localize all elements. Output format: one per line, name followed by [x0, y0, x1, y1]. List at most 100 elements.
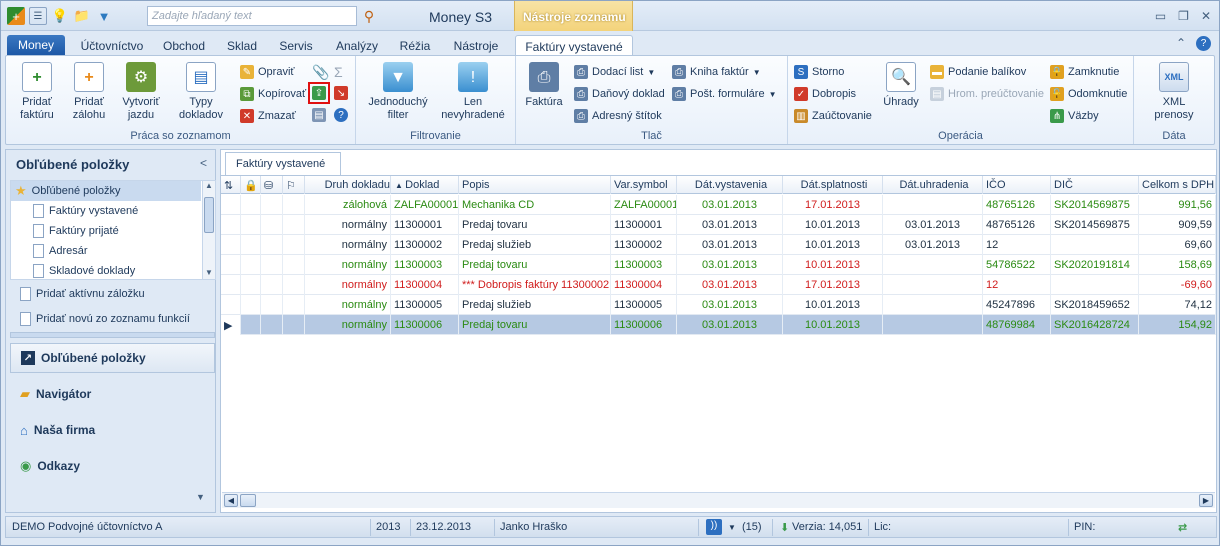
tab-servis[interactable]: Servis	[273, 35, 319, 56]
links-button[interactable]: ⋔ Väzby	[1050, 109, 1099, 123]
pdf-button[interactable]: ↘	[334, 86, 348, 100]
lock-button[interactable]: 🔒 Zamknutie	[1050, 65, 1119, 79]
sync-icon[interactable]: ⇄	[1178, 521, 1187, 534]
minimize-icon[interactable]: ▭	[1155, 9, 1166, 23]
unpaid-only-button[interactable]: ! Len nevyhradené	[438, 62, 508, 122]
collapse-ribbon-icon[interactable]: ⌃	[1176, 36, 1186, 51]
tree-item-stock-documents[interactable]: Skladové doklady	[33, 261, 135, 281]
tab-money[interactable]: Money	[7, 35, 65, 56]
postal-forms-button[interactable]: ⎙ Pošt. formuláre ▼	[672, 87, 777, 101]
parcel-submit-button[interactable]: ▬ Podanie balíkov	[930, 65, 1026, 79]
table-row[interactable]: normálny 11300003 Predaj tovaru 11300003…	[221, 255, 1216, 275]
tab-analyzy[interactable]: Analýzy	[329, 35, 385, 56]
tab-nastroje[interactable]: Nástroje	[447, 35, 505, 56]
nav-links[interactable]: ◉ Odkazy	[10, 451, 215, 481]
posting-button[interactable]: ▥ Zaúčtovanie	[794, 109, 872, 123]
document-types-button[interactable]: ▤ Typy dokladov	[176, 62, 226, 122]
address-label-button[interactable]: ⎙ Adresný štítok	[574, 109, 662, 123]
grid-tab[interactable]: Faktúry vystavené	[225, 152, 341, 176]
chevron-down-icon[interactable]: ▼	[196, 492, 205, 502]
tax-document-button[interactable]: ⎙ Daňový doklad	[574, 87, 665, 101]
tree-scrollbar[interactable]: ▲ ▼	[202, 181, 215, 279]
tab-obchod[interactable]: Obchod	[157, 35, 211, 56]
flag-column-icon[interactable]: ⚐	[283, 176, 305, 194]
nav-our-company[interactable]: ⌂ Naša firma	[10, 415, 215, 445]
add-invoice-button[interactable]: + Pridať faktúru	[12, 62, 62, 122]
copy-button[interactable]: ⧉ Kopírovať	[240, 87, 306, 101]
download-icon[interactable]: ⬇	[780, 521, 789, 534]
attach-button[interactable]: 📎	[312, 64, 329, 81]
folder-icon[interactable]: 📁	[73, 7, 91, 25]
bulk-reposting-button[interactable]: ▤ Hrom. preúčtovanie	[930, 87, 1044, 101]
search-icon[interactable]: ⚲	[359, 6, 379, 26]
payments-button[interactable]: 🔍 Úhrady	[878, 62, 924, 109]
delete-button[interactable]: ✕ Zmazať	[240, 109, 296, 123]
tab-uctovnictvo[interactable]: Účtovníctvo	[75, 35, 149, 56]
menu-icon[interactable]: ☰	[29, 7, 47, 25]
table-row[interactable]: zálohová ZALFA00001 Mechanika CD ZALFA00…	[221, 195, 1216, 215]
sum-button[interactable]: Σ	[334, 64, 343, 80]
col-header-var-symbol[interactable]: Var.symbol	[611, 176, 677, 194]
search-input[interactable]: Zadajte hľadaný text	[147, 6, 357, 26]
simple-filter-button[interactable]: ▼ Jednoduchý filter	[366, 62, 430, 122]
list-settings-button[interactable]: ▤	[312, 108, 326, 122]
chevron-left-icon[interactable]: <	[200, 156, 207, 170]
col-header-type[interactable]: Druh dokladu	[305, 176, 391, 194]
col-header-ico[interactable]: IČO	[983, 176, 1051, 194]
credit-note-button[interactable]: ✓ Dobropis	[794, 87, 856, 101]
rss-icon[interactable]: ))	[706, 519, 722, 535]
scroll-thumb[interactable]	[204, 197, 214, 233]
storno-button[interactable]: S Storno	[794, 65, 844, 79]
invoice-book-button[interactable]: ⎙ Kniha faktúr ▼	[672, 65, 761, 79]
scroll-down-icon[interactable]: ▼	[203, 268, 215, 277]
db-column-icon[interactable]: ⛁	[261, 176, 283, 194]
panel-splitter[interactable]	[10, 332, 215, 338]
table-row[interactable]: normálny 11300001 Predaj tovaru 11300001…	[221, 215, 1216, 235]
lock-column-icon[interactable]: 🔒	[241, 176, 261, 194]
col-header-issue-date[interactable]: Dát.vystavenia	[677, 176, 783, 194]
nav-navigator[interactable]: ▰ Navigátor	[10, 379, 215, 409]
tab-faktury-vystavene[interactable]: Faktúry vystavené	[515, 35, 633, 57]
unlock-button[interactable]: 🔓 Odomknutie	[1050, 87, 1127, 101]
col-header-document[interactable]: ▲ Doklad	[391, 176, 459, 194]
table-row[interactable]: normálny 11300002 Predaj služieb 1130000…	[221, 235, 1216, 255]
info-button[interactable]: ?	[334, 108, 348, 122]
col-header-paid-date[interactable]: Dát.uhradenia	[883, 176, 983, 194]
scroll-thumb[interactable]	[240, 494, 256, 507]
app-logo-icon[interactable]: +	[7, 7, 25, 25]
tree-item-issued-invoices[interactable]: Faktúry vystavené	[33, 201, 138, 221]
delivery-note-button[interactable]: ⎙ Dodací list ▼	[574, 65, 655, 79]
table-row[interactable]: normálny 11300004 *** Dobropis faktúry 1…	[221, 275, 1216, 295]
print-invoice-button[interactable]: ⎙ Faktúra	[522, 62, 566, 109]
scroll-right-icon[interactable]: ▶	[1199, 494, 1213, 507]
col-header-description[interactable]: Popis	[459, 176, 611, 194]
dropdown-icon[interactable]: ▼	[728, 523, 736, 532]
filter-icon[interactable]: ▼	[95, 7, 113, 25]
close-icon[interactable]: ✕	[1201, 9, 1211, 23]
create-trip-button[interactable]: ⚙ Vytvoriť jazdu	[116, 62, 166, 122]
table-row-selected[interactable]: ▶ normálny 11300006 Predaj tovaru 113000…	[221, 315, 1216, 335]
scroll-left-icon[interactable]: ◀	[224, 494, 238, 507]
sort-icon[interactable]: ⇅	[221, 176, 241, 194]
scroll-up-icon[interactable]: ▲	[203, 181, 215, 190]
xml-transfers-button[interactable]: XML XML prenosy	[1142, 62, 1206, 122]
horizontal-scrollbar[interactable]: ◀ ▶	[222, 492, 1215, 508]
tab-rezia[interactable]: Réžia	[393, 35, 437, 56]
help-icon[interactable]: ?	[1196, 36, 1211, 51]
tree-item-received-invoices[interactable]: Faktúry prijaté	[33, 221, 119, 241]
tab-sklad[interactable]: Sklad	[221, 35, 263, 56]
col-header-dic[interactable]: DIČ	[1051, 176, 1139, 194]
export-button[interactable]: ⇪	[308, 82, 330, 104]
tree-item-favorites[interactable]: ★ Obľúbené položky	[11, 181, 201, 201]
col-header-due-date[interactable]: Dát.splatnosti	[783, 176, 883, 194]
nav-favorites[interactable]: ↗ Obľúbené položky	[10, 343, 215, 373]
add-from-functions-link[interactable]: Pridať novú zo zoznamu funkcií	[20, 312, 190, 326]
add-active-tab-link[interactable]: Pridať aktívnu záložku	[20, 287, 145, 301]
add-deposit-button[interactable]: + Pridať zálohu	[64, 62, 114, 122]
tree-item-address-book[interactable]: Adresár	[33, 241, 88, 261]
col-header-total[interactable]: Celkom s DPH	[1139, 176, 1216, 194]
restore-icon[interactable]: ❐	[1178, 9, 1189, 23]
edit-button[interactable]: ✎ Opraviť	[240, 65, 295, 79]
lightbulb-icon[interactable]: 💡	[51, 7, 69, 25]
table-row[interactable]: normálny 11300005 Predaj služieb 1130000…	[221, 295, 1216, 315]
